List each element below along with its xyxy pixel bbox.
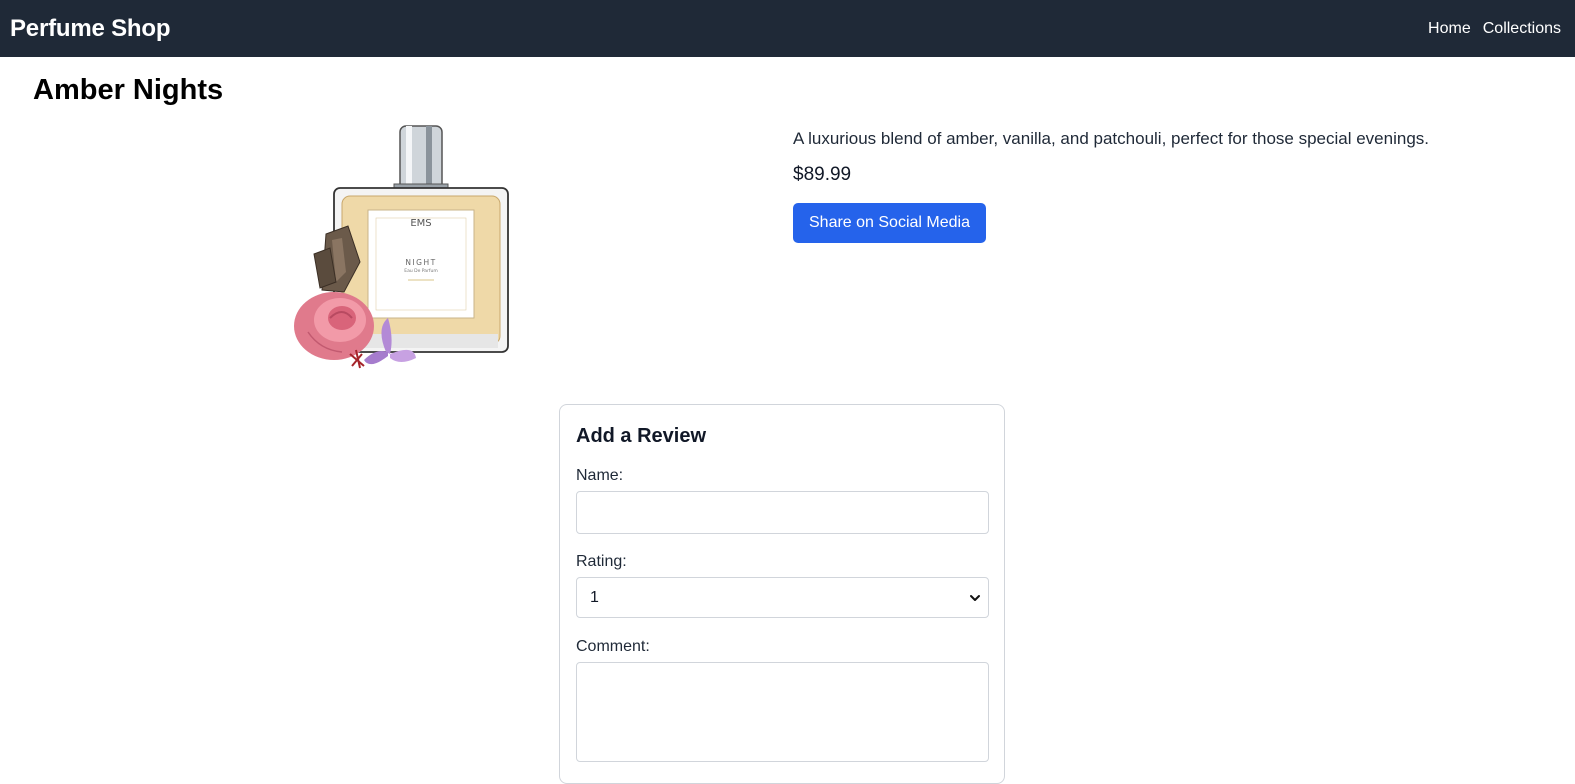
review-heading: Add a Review <box>576 425 707 447</box>
rating-select[interactable]: 1 <box>576 577 989 618</box>
product-title: Amber Nights <box>33 74 224 106</box>
review-form: Add a Review Name: Rating: 1 Comment: <box>559 404 1005 784</box>
comment-label: Comment: <box>576 638 650 655</box>
perfume-bottle-image: EMS NIGHT Eau De Parfum <box>294 125 509 369</box>
navbar: Perfume Shop Home Collections <box>0 0 1575 57</box>
nav-link-home[interactable]: Home <box>1428 20 1471 38</box>
share-button[interactable]: Share on Social Media <box>793 203 986 243</box>
bottle-name-text: NIGHT <box>405 258 436 267</box>
brand-logo[interactable]: Perfume Shop <box>10 15 170 43</box>
bottle-type-text: Eau De Parfum <box>404 268 438 274</box>
bottle-brand-text: EMS <box>410 218 431 229</box>
rating-value: 1 <box>590 589 599 606</box>
product-details: A luxurious blend of amber, vanilla, and… <box>793 128 1533 243</box>
nav-links: Home Collections <box>1428 20 1561 38</box>
name-input[interactable] <box>576 491 989 534</box>
comment-textarea[interactable] <box>576 662 989 762</box>
chevron-down-icon <box>970 595 980 601</box>
rating-label: Rating: <box>576 553 627 570</box>
product-price: $89.99 <box>793 164 852 185</box>
name-label: Name: <box>576 467 624 484</box>
product-description: A luxurious blend of amber, vanilla, and… <box>793 129 1429 148</box>
product-image: EMS NIGHT Eau De Parfum <box>290 122 520 382</box>
nav-link-collections[interactable]: Collections <box>1483 20 1561 38</box>
